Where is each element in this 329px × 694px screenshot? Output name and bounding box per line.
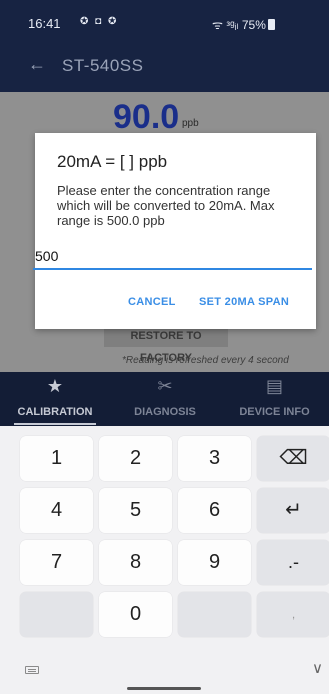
key-7[interactable]: 7 — [20, 540, 93, 585]
home-gesture-bar[interactable] — [127, 687, 201, 690]
concentration-reading: 90.0 — [113, 98, 180, 136]
reading-unit: ppb — [182, 118, 199, 129]
network-status: ᯤ ᵌᵍᵢₗ 75% — [212, 16, 275, 33]
device-title: ST-540SS — [62, 56, 144, 75]
comma-key[interactable]: , — [257, 592, 329, 637]
app-bar: ← ST-540SS — [0, 42, 329, 92]
enter-key-icon[interactable]: ↵ — [257, 488, 329, 533]
document-icon: ▤ — [265, 376, 283, 396]
key-6[interactable]: 6 — [178, 488, 251, 533]
key-8[interactable]: 8 — [99, 540, 172, 585]
blank-key[interactable] — [178, 592, 251, 637]
span-input[interactable] — [33, 244, 312, 270]
chevron-down-icon[interactable]: ∨ — [312, 659, 323, 677]
tab-device-info-label: DEVICE INFO — [239, 406, 310, 418]
bottom-navigation: ★ CALIBRATION ✂ DIAGNOSIS ▤ DEVICE INFO — [0, 372, 329, 426]
cancel-button[interactable]: CANCEL — [128, 296, 176, 308]
tab-calibration[interactable]: ★ CALIBRATION — [0, 372, 110, 426]
notification-icons: ✪ ◘ ✪ — [80, 16, 119, 27]
star-icon: ★ — [46, 376, 64, 396]
decimal-minus-key[interactable]: .- — [257, 540, 329, 585]
tab-diagnosis[interactable]: ✂ DIAGNOSIS — [110, 372, 220, 426]
back-arrow-icon[interactable]: ← — [28, 54, 46, 75]
key-0[interactable]: 0 — [99, 592, 172, 637]
tools-icon: ✂ — [157, 376, 173, 396]
battery-level: 75% — [241, 18, 266, 32]
key-9[interactable]: 9 — [178, 540, 251, 585]
active-tab-indicator — [14, 423, 96, 425]
key-3[interactable]: 3 — [178, 436, 251, 481]
status-time: 16:41 — [28, 16, 61, 31]
key-5[interactable]: 5 — [99, 488, 172, 533]
tab-calibration-label: CALIBRATION — [17, 406, 93, 418]
key-2[interactable]: 2 — [99, 436, 172, 481]
span-dialog: 20mA = [ ] ppb Please enter the concentr… — [33, 133, 316, 329]
set-20ma-span-button[interactable]: SET 20MA SPAN — [199, 296, 289, 308]
tab-diagnosis-label: DIAGNOSIS — [134, 406, 196, 418]
numeric-keyboard: 1 2 3 ⌫ 4 5 6 ↵ 7 8 9 .- 0 , ∨ — [0, 426, 329, 694]
battery-icon — [267, 19, 275, 30]
blank-key[interactable] — [20, 592, 93, 637]
key-4[interactable]: 4 — [20, 488, 93, 533]
dialog-message: Please enter the concentration range whi… — [57, 183, 275, 228]
keyboard-switch-icon[interactable] — [25, 666, 39, 674]
wifi-signal-icon: ᯤ ᵌᵍᵢₗ — [212, 18, 239, 32]
backspace-key-icon[interactable]: ⌫ — [257, 436, 329, 481]
status-bar: 16:41 ✪ ◘ ✪ ᯤ ᵌᵍᵢₗ 75% — [0, 0, 329, 42]
refresh-note: *Reading is refreshed every 4 second — [122, 355, 289, 366]
key-1[interactable]: 1 — [20, 436, 93, 481]
dialog-title: 20mA = [ ] ppb — [57, 152, 168, 171]
tab-device-info[interactable]: ▤ DEVICE INFO — [220, 372, 329, 426]
